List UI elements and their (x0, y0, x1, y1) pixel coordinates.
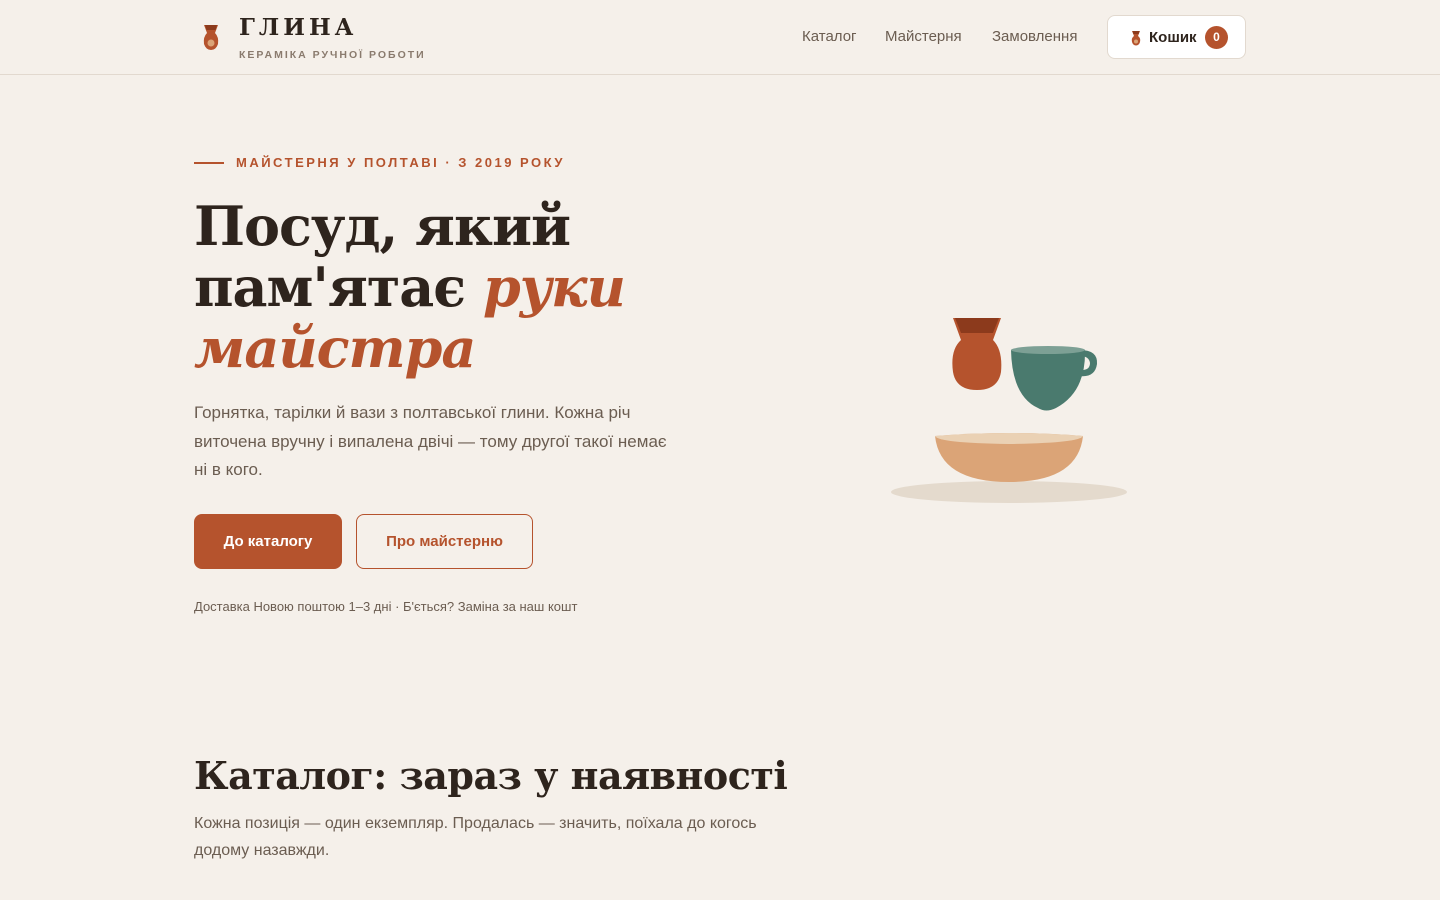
hero-title-line1: Посуд, який (194, 194, 571, 258)
eyebrow-divider (194, 162, 224, 164)
nav-link-workshop[interactable]: Майстерня (885, 27, 962, 47)
cart-button[interactable]: Кошик 0 (1107, 15, 1246, 59)
catalog-button[interactable]: До каталогу (194, 514, 342, 569)
vase-icon[interactable] (201, 23, 221, 51)
shadow-shape (891, 481, 1127, 503)
cart-count-badge: 0 (1205, 26, 1228, 49)
about-workshop-button[interactable]: Про майстерню (356, 514, 533, 569)
catalog-description: Кожна позиція — один екземпляр. Продалас… (194, 815, 757, 859)
hero-description: Горнятка, тарілки й вази з полтавської г… (194, 403, 667, 479)
hero-eyebrow: МАЙСТЕРНЯ У ПОЛТАВІ · З 2019 РОКУ (236, 155, 566, 170)
cup-shape (1011, 350, 1086, 411)
hero-title-accent-1: руки (483, 255, 626, 319)
ceramics-illustration (891, 318, 1127, 503)
hero-title: Посуд, який пам'ятає руки майстра (194, 196, 754, 379)
nav-link-catalog[interactable]: Каталог (802, 27, 857, 47)
hero-title-line2: пам'ятає (194, 255, 466, 319)
vase-neck-shape (955, 318, 999, 333)
cup-rim-shape (1011, 346, 1085, 354)
nav-link-orders[interactable]: Замовлення (992, 27, 1077, 47)
vase-icon (1131, 31, 1141, 46)
brand-tagline: КЕРАМІКА РУЧНОЇ РОБОТИ (239, 49, 426, 61)
catalog-heading: Каталог: зараз у наявності (194, 753, 788, 798)
delivery-note: Доставка Новою поштою 1–3 дні · Б'ється?… (194, 599, 578, 614)
hero-title-accent-2: майстра (194, 316, 476, 380)
brand-name[interactable]: ГЛИНА (239, 14, 357, 42)
cart-label: Кошик (1149, 29, 1197, 46)
site-header: ГЛИНА КЕРАМІКА РУЧНОЇ РОБОТИ Каталог Май… (0, 0, 1440, 75)
